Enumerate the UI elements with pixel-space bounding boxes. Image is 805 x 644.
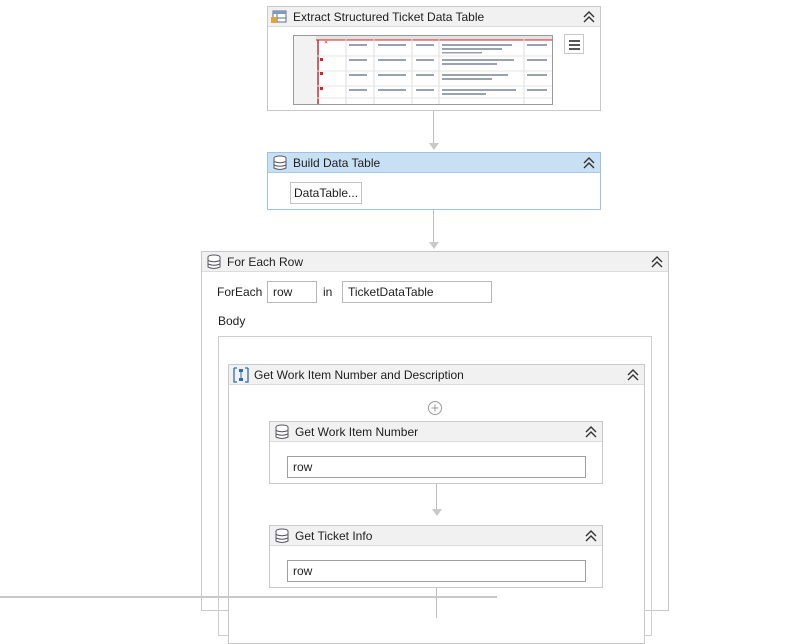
build-data-table-activity[interactable]: Build Data Table DataTable... bbox=[267, 152, 601, 210]
svg-text:✕: ✕ bbox=[324, 40, 328, 46]
datatable-icon bbox=[275, 528, 289, 543]
work-item-row-input[interactable]: row bbox=[287, 456, 586, 478]
for-each-row-header[interactable]: For Each Row bbox=[202, 252, 668, 272]
build-data-table-title: Build Data Table bbox=[293, 156, 381, 170]
connector-arrow bbox=[429, 242, 439, 249]
hamburger-menu-icon[interactable] bbox=[564, 34, 584, 54]
get-ticket-info-activity[interactable]: Get Ticket Info row bbox=[269, 525, 603, 588]
for-each-row-activity[interactable]: For Each Row ForEach row in TicketDataTa… bbox=[201, 251, 669, 644]
get-work-item-number-activity[interactable]: Get Work Item Number row bbox=[269, 421, 603, 484]
connector-arrow bbox=[432, 509, 442, 516]
connector-line bbox=[433, 111, 434, 143]
extract-activity[interactable]: Extract Structured Ticket Data Table ✕ bbox=[267, 6, 601, 111]
connector-arrow bbox=[429, 143, 439, 150]
build-data-table-header[interactable]: Build Data Table bbox=[268, 153, 600, 173]
extract-activity-header[interactable]: Extract Structured Ticket Data Table bbox=[268, 7, 600, 27]
sequence-activity[interactable]: Get Work Item Number and Description Get… bbox=[228, 364, 645, 644]
ticket-info-row-input[interactable]: row bbox=[287, 560, 586, 582]
connector-line bbox=[433, 210, 434, 242]
datatable-button[interactable]: DataTable... bbox=[290, 182, 363, 204]
add-activity-icon[interactable] bbox=[427, 400, 443, 416]
extract-activity-title: Extract Structured Ticket Data Table bbox=[293, 10, 485, 24]
sequence-header[interactable]: Get Work Item Number and Description bbox=[229, 365, 644, 385]
for-each-row-title: For Each Row bbox=[227, 255, 304, 269]
get-ticket-info-header[interactable]: Get Ticket Info bbox=[270, 526, 602, 546]
collapse-icon[interactable] bbox=[584, 424, 598, 440]
extract-table-icon bbox=[271, 10, 287, 23]
in-label: in bbox=[323, 285, 333, 299]
get-work-item-number-header[interactable]: Get Work Item Number bbox=[270, 422, 602, 442]
collapse-icon[interactable] bbox=[584, 528, 598, 544]
sequence-icon bbox=[233, 367, 249, 383]
screen-preview-thumbnail: ✕ bbox=[293, 35, 553, 105]
get-ticket-info-title: Get Ticket Info bbox=[295, 529, 373, 543]
connector-line bbox=[436, 484, 437, 511]
datatable-icon bbox=[275, 424, 289, 439]
connector-line bbox=[436, 588, 437, 618]
foreach-collection-input[interactable]: TicketDataTable bbox=[342, 281, 492, 303]
body-label: Body bbox=[218, 314, 246, 328]
collapse-icon[interactable] bbox=[582, 155, 596, 171]
for-each-row-icon bbox=[207, 254, 221, 269]
sequence-title: Get Work Item Number and Description bbox=[254, 368, 464, 382]
collapse-icon[interactable] bbox=[626, 367, 640, 383]
collapse-icon[interactable] bbox=[582, 9, 596, 25]
get-work-item-number-title: Get Work Item Number bbox=[295, 425, 419, 439]
for-each-body-container: Get Work Item Number and Description Get… bbox=[218, 336, 652, 644]
collapse-icon[interactable] bbox=[650, 254, 664, 270]
datatable-icon bbox=[273, 155, 287, 170]
foreach-item-input[interactable]: row bbox=[267, 281, 317, 303]
foreach-label: ForEach bbox=[217, 285, 263, 299]
